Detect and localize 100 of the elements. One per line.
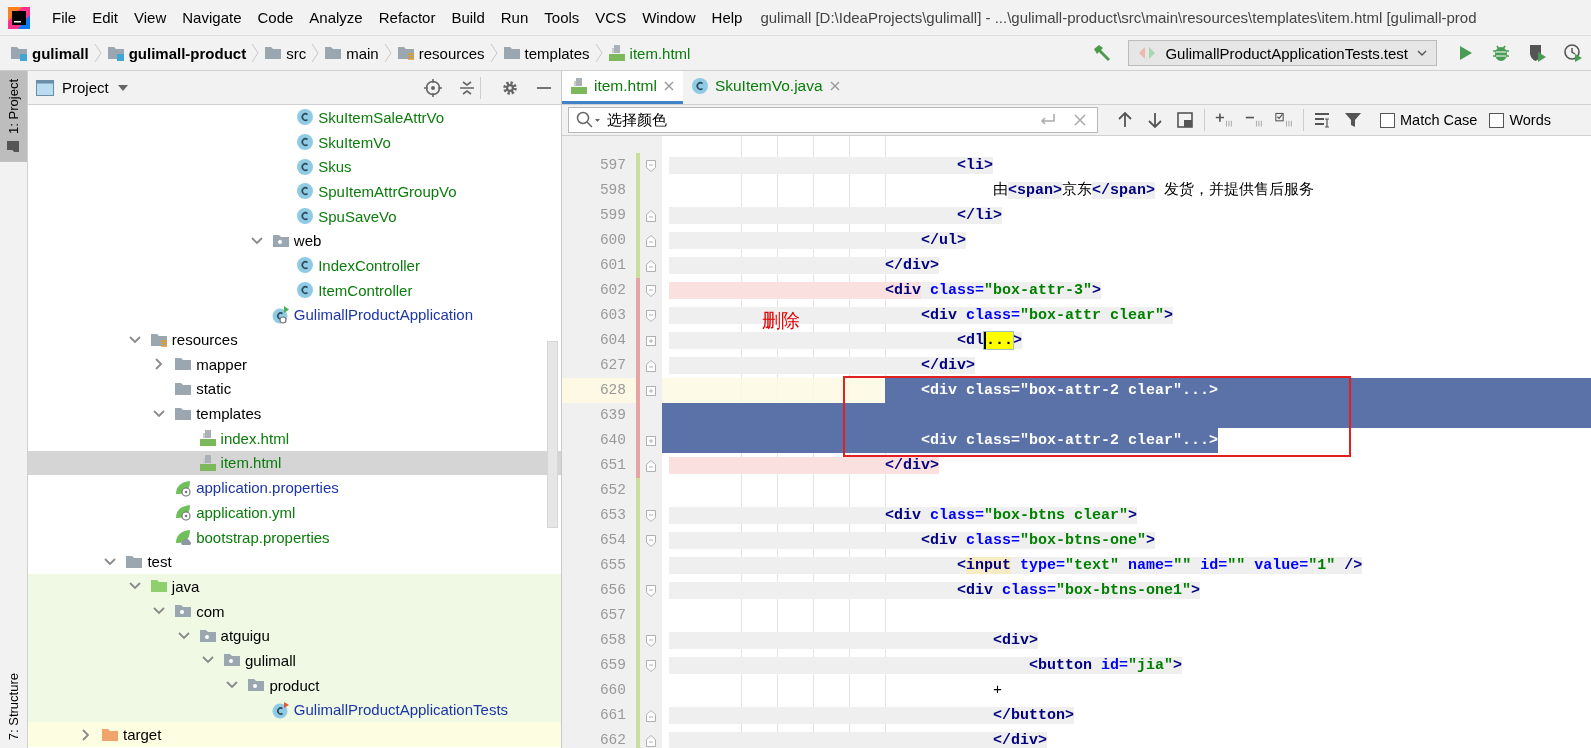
project-view-selector[interactable]: Project: [36, 79, 129, 96]
menu-item[interactable]: Code: [249, 9, 302, 26]
tree-item[interactable]: bootstrap.properties: [196, 528, 330, 546]
tree-item[interactable]: templates: [196, 405, 262, 423]
close-icon[interactable]: [828, 80, 841, 92]
change-marker[interactable]: [636, 203, 640, 228]
breadcrumb-item[interactable]: main: [324, 44, 379, 62]
tree-item[interactable]: atguigu: [220, 627, 270, 645]
breadcrumb-item[interactable]: src: [264, 44, 307, 62]
menu-item[interactable]: Tools: [536, 9, 588, 26]
menu-item[interactable]: Window: [634, 9, 704, 26]
clock-run-icon[interactable]: [1563, 43, 1583, 63]
breadcrumb-item[interactable]: gulimall: [10, 44, 89, 62]
tree-item[interactable]: application.properties: [196, 479, 339, 497]
fold-end-icon[interactable]: [646, 459, 656, 472]
checkbox[interactable]: Words: [1489, 112, 1551, 128]
checkbox[interactable]: Match Case: [1380, 112, 1478, 128]
expand-icon[interactable]: [646, 334, 656, 347]
change-marker[interactable]: [636, 328, 640, 353]
tree-item[interactable]: GulimallProductApplication: [293, 306, 474, 324]
tree-item[interactable]: target: [123, 726, 162, 744]
change-marker[interactable]: [636, 353, 640, 378]
menu-item[interactable]: Help: [703, 9, 751, 26]
fold-icon[interactable]: [646, 509, 656, 522]
breadcrumb-item[interactable]: gulimall-product: [106, 44, 247, 62]
tool-window-tab[interactable]: 7: Structure: [0, 664, 27, 748]
run-configuration-dropdown[interactable]: GulimallProductApplicationTests.test: [1128, 40, 1437, 66]
fold-end-icon[interactable]: [646, 209, 656, 222]
change-marker[interactable]: [636, 478, 640, 503]
tree-item[interactable]: web: [293, 232, 322, 250]
tree-item[interactable]: gulimall: [245, 651, 296, 669]
expand-icon[interactable]: [646, 434, 656, 447]
tree-item[interactable]: ItemController: [318, 281, 413, 299]
fold-end-icon[interactable]: [646, 234, 656, 247]
app-logo[interactable]: [8, 6, 30, 29]
change-marker[interactable]: [636, 653, 640, 678]
tree-item[interactable]: SpuItemAttrGroupVo: [318, 182, 457, 200]
locate-icon[interactable]: [424, 78, 442, 97]
menu-item[interactable]: Edit: [84, 9, 127, 26]
menu-item[interactable]: Refactor: [370, 9, 444, 26]
up-arrow-icon[interactable]: [1116, 111, 1134, 129]
add-occurrence-icon[interactable]: [1215, 111, 1233, 129]
tree-item[interactable]: product: [269, 676, 320, 694]
tool-window-tab[interactable]: 1: Project: [0, 71, 27, 162]
search-icon[interactable]: [576, 111, 602, 129]
tree-item[interactable]: test: [147, 553, 172, 571]
fold-end-icon[interactable]: [646, 359, 656, 372]
change-marker[interactable]: [636, 578, 640, 603]
search-field[interactable]: 选择颜色: [568, 107, 1098, 133]
change-marker[interactable]: [636, 428, 640, 453]
tree-item[interactable]: application.yml: [196, 503, 296, 521]
fold-end-icon[interactable]: [646, 259, 656, 272]
change-marker[interactable]: [636, 303, 640, 328]
menu-item[interactable]: VCS: [587, 9, 635, 26]
fold-icon[interactable]: [646, 584, 656, 597]
editor-tab[interactable]: item.html: [562, 71, 683, 104]
change-marker[interactable]: [636, 253, 640, 278]
hammer-icon[interactable]: [1092, 43, 1113, 63]
change-marker[interactable]: [636, 628, 640, 653]
tree-item[interactable]: SkuItemVo: [318, 133, 391, 151]
fold-icon[interactable]: [646, 634, 656, 647]
editor-tab[interactable]: SkuItemVo.java: [682, 71, 849, 104]
breadcrumb-item[interactable]: item.html: [607, 44, 691, 62]
down-arrow-icon[interactable]: [1146, 111, 1164, 129]
tree-item[interactable]: SkuItemSaleAttrVo: [318, 108, 445, 126]
change-marker[interactable]: [636, 278, 640, 303]
menu-item[interactable]: File: [44, 9, 85, 26]
change-marker[interactable]: [636, 378, 640, 403]
change-marker[interactable]: [636, 678, 640, 703]
tree-item[interactable]: static: [196, 380, 232, 398]
change-marker[interactable]: [636, 603, 640, 628]
change-marker[interactable]: [636, 153, 640, 178]
filter-lines-icon[interactable]: [1314, 111, 1332, 129]
window-icon[interactable]: [1176, 111, 1194, 129]
collapse-all-icon[interactable]: [458, 78, 476, 97]
clear-icon[interactable]: [1072, 112, 1088, 128]
fold-icon[interactable]: [646, 309, 656, 322]
tree-item[interactable]: item.html: [220, 454, 282, 472]
fold-icon[interactable]: [646, 159, 656, 172]
menu-item[interactable]: Navigate: [174, 9, 250, 26]
tree-item[interactable]: Skus: [318, 158, 352, 176]
tree-item[interactable]: IndexController: [318, 256, 420, 274]
change-marker[interactable]: [636, 403, 640, 428]
bug-icon[interactable]: [1491, 43, 1511, 63]
menu-item[interactable]: Build: [443, 9, 493, 26]
select-all-occurrences-icon[interactable]: [1275, 111, 1293, 129]
menu-item[interactable]: View: [126, 9, 175, 26]
tree-item[interactable]: SpuSaveVo: [318, 207, 397, 225]
change-marker[interactable]: [636, 728, 640, 748]
tree-item[interactable]: com: [196, 602, 225, 620]
breadcrumb-item[interactable]: resources: [396, 44, 485, 62]
tree-item[interactable]: resources: [171, 331, 238, 349]
expand-icon[interactable]: [646, 384, 656, 397]
change-marker[interactable]: [636, 528, 640, 553]
filter-icon[interactable]: [1344, 111, 1362, 129]
settings-icon[interactable]: [501, 78, 519, 97]
shield-run-icon[interactable]: [1527, 43, 1547, 63]
menu-item[interactable]: Analyze: [301, 9, 371, 26]
change-marker[interactable]: [636, 703, 640, 728]
menu-item[interactable]: Run: [492, 9, 537, 26]
